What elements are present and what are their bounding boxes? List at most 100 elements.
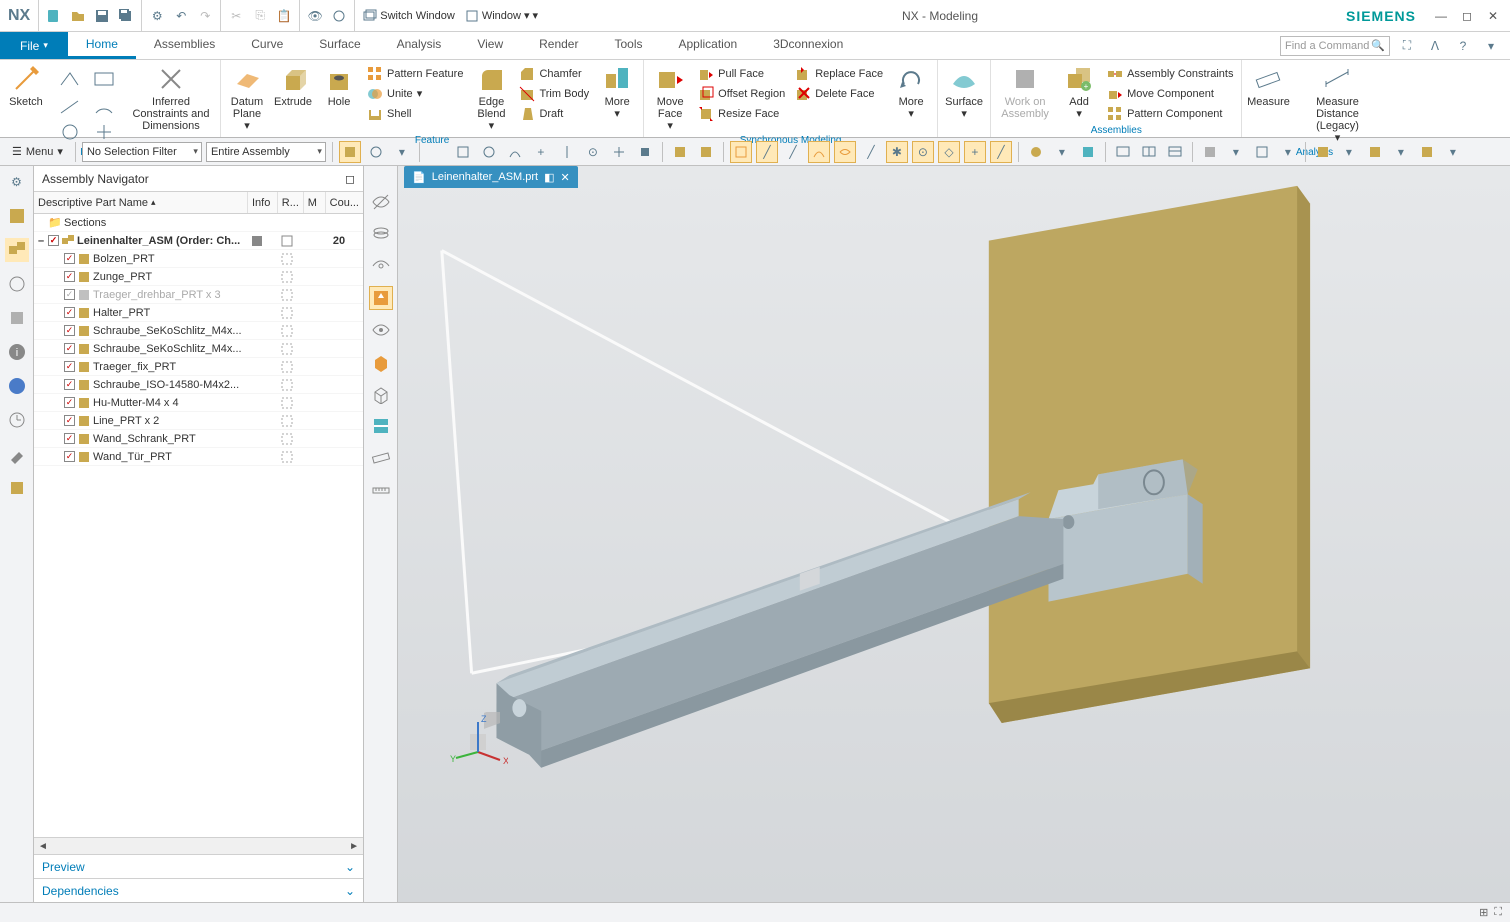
touch-icon[interactable]: [328, 5, 350, 27]
col-count[interactable]: Cou...: [326, 192, 363, 213]
tab-analysis[interactable]: Analysis: [379, 32, 460, 59]
col-name[interactable]: Descriptive Part Name ▴: [34, 192, 248, 213]
switch-window-button[interactable]: Switch Window: [359, 9, 459, 23]
clip-icon[interactable]: [369, 254, 393, 278]
snap-icon[interactable]: ╱: [990, 141, 1012, 163]
filter-icon-2[interactable]: [365, 141, 387, 163]
tab-home[interactable]: Home: [68, 32, 136, 59]
tree-row[interactable]: ✓ Schraube_SeKoSchlitz_M4x...: [34, 322, 363, 340]
checkbox[interactable]: ✓: [64, 289, 75, 300]
display-icon[interactable]: [1112, 141, 1134, 163]
tree-row[interactable]: ✓ Halter_PRT: [34, 304, 363, 322]
help-icon[interactable]: ?: [1452, 35, 1474, 57]
tree-row[interactable]: ✓ Wand_Schrank_PRT: [34, 430, 363, 448]
feature-more-button[interactable]: More▾: [595, 62, 639, 122]
window-dropdown[interactable]: Window ▾ ▾: [461, 9, 542, 23]
toolbar-icon[interactable]: [608, 141, 630, 163]
checkbox[interactable]: ✓: [64, 361, 75, 372]
undo-icon[interactable]: ↶: [170, 5, 192, 27]
checkbox[interactable]: ✓: [64, 325, 75, 336]
tab-view[interactable]: View: [459, 32, 521, 59]
snap-icon[interactable]: [730, 141, 752, 163]
rail-settings-icon[interactable]: ⚙: [5, 170, 29, 194]
snap-end-icon[interactable]: ╱: [756, 141, 778, 163]
toolbar-icon[interactable]: +: [530, 141, 552, 163]
toolbar-icon[interactable]: [452, 141, 474, 163]
add-button[interactable]: +Add▾: [1057, 62, 1101, 122]
resize-face-button[interactable]: Resize Face: [694, 104, 789, 123]
navigator-hscroll[interactable]: ◄►: [34, 838, 363, 854]
maximize-button[interactable]: ◻: [1458, 7, 1476, 25]
rail-constraint-nav-icon[interactable]: [5, 272, 29, 296]
inferred-constraints-button[interactable]: Inferred Constraints and Dimensions: [126, 62, 216, 134]
graphics-viewport[interactable]: 📄 Leinenhalter_ASM.prt ◧ ✕: [398, 166, 1510, 902]
point-tool[interactable]: [88, 122, 120, 142]
measure-rail-icon[interactable]: [369, 446, 393, 470]
toolbar-icon[interactable]: [695, 141, 717, 163]
tree-row[interactable]: ✓ Traeger_fix_PRT: [34, 358, 363, 376]
tree-row[interactable]: ✓ Schraube_SeKoSchlitz_M4x...: [34, 340, 363, 358]
snap-mid-icon[interactable]: ╱: [782, 141, 804, 163]
toolbar-icon[interactable]: [556, 141, 578, 163]
checkbox[interactable]: ✓: [64, 307, 75, 318]
chamfer-button[interactable]: Chamfer: [515, 64, 593, 83]
checkbox[interactable]: ✓: [64, 343, 75, 354]
selection-scope-combo[interactable]: Entire Assembly: [206, 142, 326, 162]
save-icon[interactable]: [91, 5, 113, 27]
tab-3dconnexion[interactable]: 3Dconnexion: [755, 32, 861, 59]
col-m[interactable]: M: [304, 192, 326, 213]
checkbox[interactable]: ✓: [48, 235, 59, 246]
measure-distance-button[interactable]: Measure Distance (Legacy)▾: [1292, 62, 1382, 146]
visibility-toggle-icon[interactable]: [369, 190, 393, 214]
checkbox[interactable]: ✓: [64, 253, 75, 264]
surface-button[interactable]: Surface▾: [942, 62, 986, 122]
rail-history-icon[interactable]: [5, 408, 29, 432]
file-tab[interactable]: File ▾: [0, 32, 68, 59]
snap-icon[interactable]: +: [964, 141, 986, 163]
toolbar-icon[interactable]: [1416, 141, 1438, 163]
fullscreen-icon[interactable]: ⛶: [1396, 35, 1418, 57]
tree-row[interactable]: ✓ Schraube_ISO-14580-M4x2...: [34, 376, 363, 394]
rail-web-icon[interactable]: [5, 374, 29, 398]
navigator-tree[interactable]: 📁Sections –✓Leinenhalter_ASM (Order: Ch.…: [34, 214, 363, 837]
toolbar-icon[interactable]: [634, 141, 656, 163]
navigator-undock-icon[interactable]: ◻: [345, 172, 355, 186]
find-command-input[interactable]: Find a Command🔍: [1280, 36, 1390, 56]
checkbox[interactable]: ✓: [64, 415, 75, 426]
new-icon[interactable]: [43, 5, 65, 27]
profile-tool[interactable]: [54, 66, 86, 92]
toolbar-icon[interactable]: ▾: [1338, 141, 1360, 163]
toolbar-icon[interactable]: [669, 141, 691, 163]
toolbar-icon[interactable]: [504, 141, 526, 163]
rail-part-nav-icon[interactable]: [5, 204, 29, 228]
edge-blend-button[interactable]: Edge Blend▾: [469, 62, 513, 134]
view-triad[interactable]: X Y Z: [448, 712, 508, 772]
rail-reuse-icon[interactable]: [5, 306, 29, 330]
pattern-feature-button[interactable]: Pattern Feature: [363, 64, 467, 83]
tree-row[interactable]: ✓ Traeger_drehbar_PRT x 3: [34, 286, 363, 304]
checkbox[interactable]: ✓: [64, 451, 75, 462]
draft-button[interactable]: Draft: [515, 104, 593, 123]
snap-icon[interactable]: ╱: [860, 141, 882, 163]
ruler-icon[interactable]: [369, 478, 393, 502]
redo-icon[interactable]: ↷: [194, 5, 216, 27]
tab-application[interactable]: Application: [660, 32, 755, 59]
pattern-component-button[interactable]: Pattern Component: [1103, 104, 1237, 123]
circle-tool[interactable]: [54, 122, 86, 142]
preview-section[interactable]: Preview⌄: [34, 854, 363, 878]
render-style-icon[interactable]: [1251, 141, 1273, 163]
tab-tools[interactable]: Tools: [596, 32, 660, 59]
collapse-ribbon-icon[interactable]: ᐱ: [1424, 35, 1446, 57]
arc-tool[interactable]: [88, 94, 120, 120]
tab-surface[interactable]: Surface: [301, 32, 378, 59]
sketch-button[interactable]: Sketch: [4, 62, 48, 110]
checkbox[interactable]: ✓: [64, 433, 75, 444]
checkbox[interactable]: ✓: [64, 379, 75, 390]
extrude-button[interactable]: Extrude: [271, 62, 315, 110]
snap-quad-icon[interactable]: ◇: [938, 141, 960, 163]
offset-region-button[interactable]: Offset Region: [694, 84, 789, 103]
toolbar-icon[interactable]: [426, 141, 448, 163]
pull-face-button[interactable]: Pull Face: [694, 64, 789, 83]
open-icon[interactable]: [67, 5, 89, 27]
tree-root-row[interactable]: –✓Leinenhalter_ASM (Order: Ch... 20: [34, 232, 363, 250]
